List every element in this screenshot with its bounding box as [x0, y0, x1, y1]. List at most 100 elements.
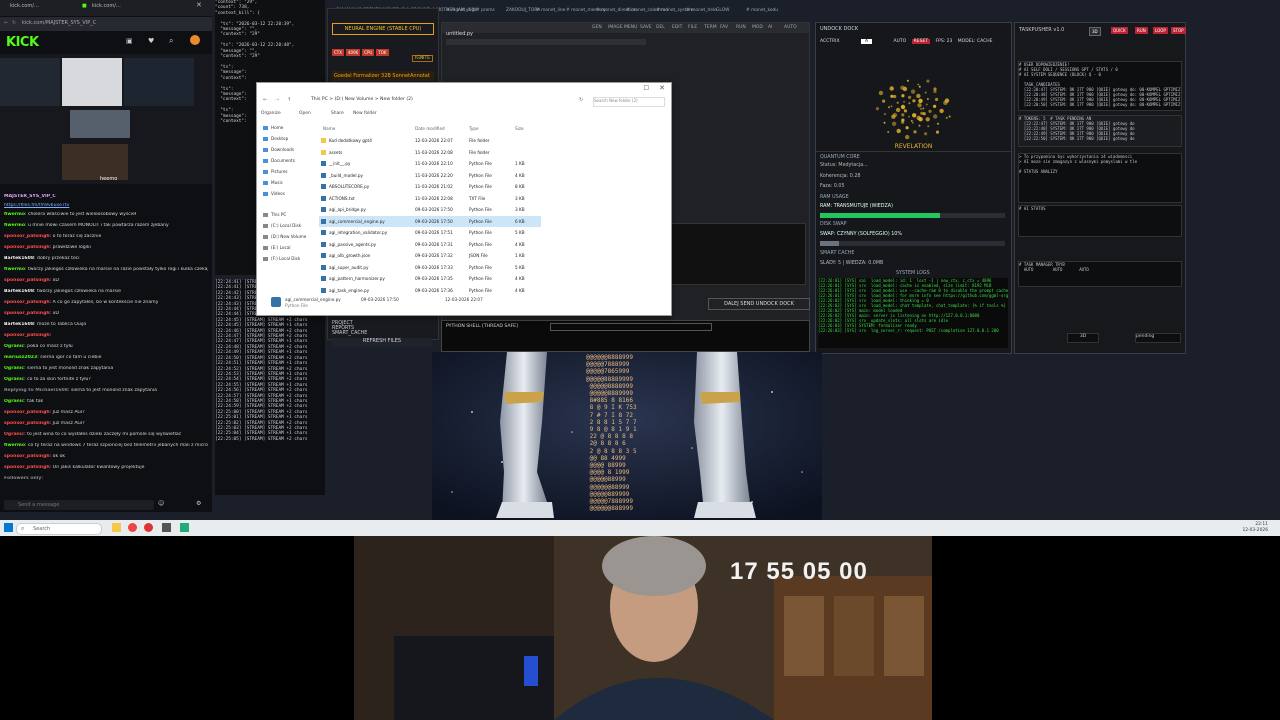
nav-item[interactable]: Home — [271, 125, 283, 130]
editor-tab[interactable]: untitled.py — [446, 31, 473, 37]
chat-username[interactable]: fiwermo — [4, 443, 25, 448]
chat-username[interactable]: Ogranic — [4, 432, 24, 437]
address-bar[interactable]: ← ↻ kick.com/MAJSTER_SYS_VIP_C — [0, 17, 212, 31]
nav-item[interactable]: Documents — [271, 158, 295, 163]
maximize-icon[interactable]: □ — [643, 84, 649, 91]
search-icon[interactable]: ⌕ — [169, 36, 173, 46]
terminal-icon[interactable] — [162, 523, 171, 532]
nav-item[interactable]: Desktop — [271, 136, 288, 141]
top-menu-item[interactable]: # monet_kodu — [746, 8, 778, 13]
column-type[interactable]: Type — [469, 126, 479, 131]
auto-toggle[interactable]: AUTO — [894, 39, 907, 44]
chat-username[interactable]: sponsor_patsingh — [4, 234, 50, 239]
taskbar-clock[interactable]: 22:11 12-03-2026 — [1242, 522, 1268, 534]
back-icon[interactable]: ← — [4, 20, 8, 26]
refresh-files-button[interactable]: REFRESH FILES — [332, 338, 432, 347]
nav-item[interactable]: Downloads — [271, 147, 294, 152]
folder-icon[interactable] — [112, 523, 121, 532]
editor-icon[interactable] — [180, 523, 189, 532]
browser-tab[interactable]: kick.com/… — [92, 3, 121, 9]
taskbar-search[interactable]: ⌕ Search — [16, 523, 102, 535]
chat-username[interactable]: sponsor_patsingh — [4, 278, 50, 283]
chip-quick[interactable]: QUICK — [1111, 27, 1128, 34]
organize-button[interactable]: Organize — [261, 111, 281, 116]
file-row[interactable]: agi_integration_validator.py 09-03-2026 1… — [319, 227, 541, 238]
mode-select[interactable]: A — [861, 39, 873, 44]
chat-username[interactable]: Ogranic — [4, 377, 24, 382]
chat-username[interactable]: sponsor_patsingh — [4, 465, 50, 470]
chip-3d[interactable]: 3D — [1089, 27, 1101, 36]
open-button[interactable]: Open — [299, 111, 311, 116]
chat-username[interactable]: MAJSTER_SYS_VIP_C — [4, 194, 56, 199]
editor-menu-item[interactable]: TERM — [704, 25, 717, 30]
chat-username[interactable]: Replying to Michael1608 — [4, 388, 68, 393]
chat-username[interactable]: fiwermo — [4, 267, 25, 272]
tok-button[interactable]: TOK — [376, 49, 389, 56]
nav-item[interactable]: (C:) Local Disk — [271, 223, 301, 228]
chip-run[interactable]: RUN — [1135, 27, 1148, 34]
ctx-value-button[interactable]: 4096 — [345, 49, 361, 56]
editor-menu-item[interactable]: DEL — [656, 25, 665, 30]
ctx-button[interactable]: CTX — [332, 49, 344, 56]
reload-icon[interactable]: ↻ — [12, 20, 16, 26]
chat-popout-icon[interactable]: ▣ — [126, 37, 133, 45]
file-row[interactable]: ACTIONS.txt 11-03-2026 22:08 TXT File 3 KB — [319, 193, 541, 204]
browser-tab[interactable]: ■ — [82, 3, 87, 9]
app-icon[interactable] — [144, 523, 153, 532]
file-row[interactable]: ABSOLUTECORE.py 11-03-2026 21:02 Python Fi… — [319, 181, 541, 192]
column-name[interactable]: Name — [323, 126, 335, 131]
kick-logo[interactable]: KICK — [6, 35, 39, 50]
back-icon[interactable]: ← — [263, 97, 267, 103]
chat-username[interactable]: Bartek1608 — [4, 256, 34, 261]
dock-button[interactable]: DALEJ SEND UNDOCK DOCK — [708, 298, 810, 310]
path-bar[interactable]: This PC > (D:) New Volume > New folder (… — [311, 97, 581, 105]
shell-input[interactable] — [550, 323, 712, 331]
chip-loop[interactable]: LOOP — [1153, 27, 1168, 34]
file-row[interactable]: _build_model.py 11-03-2026 22:20 Python Fi… — [319, 170, 541, 181]
chat-username[interactable]: Ogranic — [4, 399, 24, 404]
new-folder-button[interactable]: New folder — [353, 111, 377, 116]
nav-item[interactable]: (F:) Local Disk — [271, 256, 300, 261]
file-row[interactable]: assets 11-03-2026 22:08 File folder — [319, 147, 541, 158]
reset-button[interactable]: RESET — [911, 39, 931, 44]
chat-username[interactable]: fiwermo — [4, 212, 25, 217]
nav-item[interactable]: Videos — [271, 191, 285, 196]
nav-item[interactable]: Pictures — [271, 169, 288, 174]
column-date[interactable]: Date modified — [415, 126, 445, 131]
chat-username[interactable]: Followers only — [4, 476, 41, 481]
chat-username[interactable]: Ogranic — [4, 366, 24, 371]
editor-menu-item[interactable]: AUTO — [784, 25, 797, 30]
editor-menu-item[interactable]: MOD — [752, 25, 763, 30]
nav-item[interactable]: This PC — [271, 212, 286, 217]
menu-item-smart-cache[interactable]: SMART_CACHE — [332, 331, 432, 336]
browser-tab[interactable]: kick.com/… — [10, 3, 39, 9]
task-status-field[interactable]: pending — [1135, 333, 1181, 343]
chat-link[interactable]: https://files.fm/f/h9vbuxe7tv — [4, 203, 208, 209]
file-row[interactable]: agi_task_engine.py 09-03-2026 17:36 Python… — [319, 285, 541, 296]
close-icon[interactable]: ✕ — [659, 84, 665, 92]
chat-username[interactable]: sponsor_patsingh — [4, 454, 50, 459]
file-row[interactable]: agi_pattern_harmonizer.py 09-03-2026 17:3… — [319, 273, 541, 284]
chat-username[interactable]: Ogranic — [4, 344, 24, 349]
file-row[interactable]: agi_passive_agents.py 09-03-2026 17:31 Pyt… — [319, 239, 541, 250]
editor-menu-item[interactable]: MENU — [624, 25, 637, 30]
editor-menu-item[interactable]: SAVE — [640, 25, 652, 30]
chat-username[interactable]: sponsor_patsingh — [4, 333, 50, 338]
stream-preview[interactable]: heemo — [0, 54, 212, 184]
chat-username[interactable]: sponsor_patsingh — [4, 410, 50, 415]
explorer-search[interactable]: Search New folder (2) — [593, 97, 665, 107]
acctrix-toggle[interactable]: ACCTRIX — [820, 39, 840, 44]
nav-item[interactable]: (D:) New Volume — [271, 234, 306, 239]
top-menu-item[interactable]: # monet_logs — [446, 8, 476, 13]
ignite-button[interactable]: IGNITE — [412, 55, 434, 62]
column-size[interactable]: Size — [515, 126, 524, 131]
chat-username[interactable]: Bartek1608 — [4, 289, 34, 294]
chat-username[interactable]: mariusz2023 — [4, 355, 37, 360]
editor-menu-item[interactable]: IMAGE — [608, 25, 623, 30]
chip-stop[interactable]: STOP — [1171, 27, 1186, 34]
file-row[interactable]: agi_api_bridge.py 09-03-2026 17:50 Python … — [319, 204, 541, 215]
file-row[interactable]: Kod dodatkowy gpt4 12-03-2026 22:07 File f… — [319, 135, 541, 146]
top-menu-item[interactable]: # proms — [476, 8, 495, 13]
editor-menu-item[interactable]: GEN — [592, 25, 602, 30]
editor-menu-item[interactable]: FILE — [688, 25, 697, 30]
